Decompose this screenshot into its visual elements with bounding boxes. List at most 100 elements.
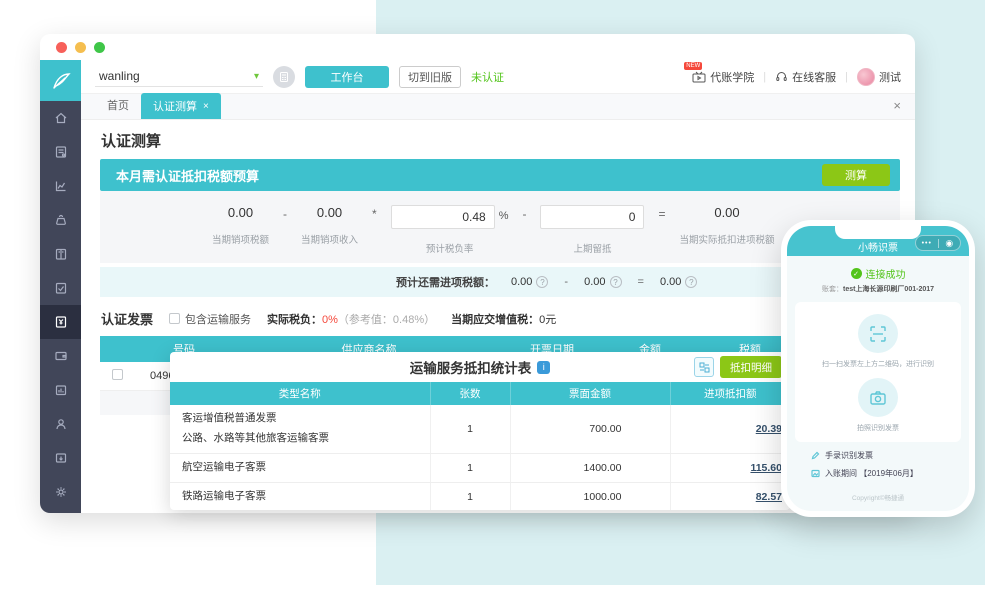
sidebar-item-wallet[interactable]: [40, 339, 81, 373]
connect-status: ✓ 连接成功: [787, 266, 969, 281]
equals-operator: =: [638, 276, 644, 288]
percent-unit: %: [495, 205, 509, 222]
tab-home[interactable]: 首页: [95, 97, 141, 119]
formula-panel: 0.00 当期销项税额 - 0.00 当期销项收入 * % 预计税: [100, 191, 900, 263]
face-amount: 1400.00: [510, 453, 670, 482]
panel-close-icon[interactable]: ×: [893, 98, 901, 113]
popup-title: 运输服务抵扣统计表: [410, 357, 532, 377]
sidebar-item-checkout[interactable]: [40, 271, 81, 305]
count: 1: [430, 482, 510, 510]
account-line: 账套：test上海长源印刷厂001-2017: [787, 284, 969, 294]
user-name: 测试: [879, 69, 901, 85]
col-face-amount: 票面金额: [510, 382, 670, 405]
col-count: 张数: [430, 382, 510, 405]
phone-screen: 小畅识票 ••• ◉ ✓ 连接成功 账套：test上海长源印刷厂001-2017…: [787, 226, 969, 511]
switch-old-version-button[interactable]: 切到旧版: [399, 66, 461, 88]
tab-cert-calculation[interactable]: 认证测算 ×: [141, 93, 221, 119]
window-titlebar: [40, 34, 915, 60]
col-type-name: 类型名称: [170, 382, 430, 405]
count: 1: [430, 453, 510, 482]
scan-card: 扫一扫发票左上方二维码，进行识别 拍照识别发票: [795, 302, 961, 442]
info-icon[interactable]: i: [537, 361, 550, 374]
sidebar-item-ledger[interactable]: [40, 237, 81, 271]
col-input-deduction: 进项抵扣额: [670, 382, 790, 405]
help-icon[interactable]: ?: [685, 276, 697, 288]
result-label: 当期实际抵扣进项税额: [680, 232, 775, 246]
sidebar-item-cashier[interactable]: [40, 441, 81, 475]
check-icon: ✓: [851, 268, 862, 279]
page-title: 认证测算: [101, 130, 915, 151]
sidebar-item-fixed-assets[interactable]: [40, 373, 81, 407]
sidebar-item-reports[interactable]: [40, 169, 81, 203]
type-name: 航空运输电子客票: [170, 453, 430, 482]
output-income-label: 当期销项收入: [301, 232, 358, 246]
actual-tax-label: 实际税负：: [267, 314, 322, 326]
deduction-detail-button[interactable]: 抵扣明细: [720, 356, 782, 378]
estimate-c: 0.00: [660, 276, 681, 288]
type-name-line1: 客运增值税普通发票: [182, 409, 430, 429]
deduction-table: 类型名称 张数 票面金额 进项抵扣额 客运增值税普通发票 公路、水路等其他旅客运…: [170, 382, 790, 510]
cert-status-link[interactable]: 未认证: [471, 69, 504, 85]
tax-rate-input[interactable]: [391, 205, 495, 229]
scan-qr-button[interactable]: [858, 314, 898, 353]
account-set-dropdown[interactable]: wanling ▾: [95, 66, 263, 87]
college-menu-item[interactable]: NEW 代账学院: [692, 69, 754, 85]
exit-circle-icon[interactable]: ◉: [939, 239, 961, 248]
posting-period-link[interactable]: 入账期间 【2019年06月】: [811, 468, 969, 479]
pencil-icon: [811, 451, 820, 460]
camera-caption: 拍照识别发票: [857, 423, 899, 433]
minimize-window-icon[interactable]: [75, 42, 86, 53]
tab-close-icon[interactable]: ×: [203, 101, 209, 112]
chevron-down-icon: ▾: [254, 71, 259, 82]
divider: |: [763, 71, 766, 83]
row-checkbox[interactable]: [112, 369, 123, 380]
close-window-icon[interactable]: [56, 42, 67, 53]
sidebar-item-salary[interactable]: [40, 407, 81, 441]
sidebar-item-funds[interactable]: [40, 203, 81, 237]
sidebar: [40, 60, 81, 513]
checkbox-icon[interactable]: [169, 313, 180, 324]
sidebar-item-voucher[interactable]: [40, 135, 81, 169]
table-row[interactable]: 航空运输电子客票 1 1400.00 115.60: [170, 453, 790, 482]
budget-banner: 本月需认证抵扣税额预算 测算: [100, 159, 900, 191]
sidebar-item-invoice[interactable]: [40, 305, 81, 339]
table-row[interactable]: 客运增值税普通发票 公路、水路等其他旅客运输客票 1 700.00 20.39: [170, 405, 790, 453]
video-college-icon: [692, 71, 706, 83]
face-amount: 700.00: [510, 405, 670, 453]
type-name-line2: 公路、水路等其他旅客运输客票: [182, 429, 430, 449]
output-tax-label: 当期销项税额: [212, 232, 269, 246]
calculate-button[interactable]: 测算: [822, 164, 890, 186]
help-icon[interactable]: ?: [610, 276, 622, 288]
type-name: 铁路运输电子客票: [170, 482, 430, 510]
calculator-icon[interactable]: [273, 66, 295, 88]
multiply-operator: *: [358, 205, 391, 263]
prev-credit-input[interactable]: [540, 205, 644, 229]
copyright-text: Copyright©畅捷通: [787, 492, 969, 502]
invoice-section-title: 认证发票: [101, 309, 153, 328]
vat-label: 当期应交增值税：: [451, 314, 539, 326]
result-value: 0.00: [680, 205, 775, 220]
minus-operator: -: [508, 205, 540, 263]
app-logo-feather-icon[interactable]: [40, 60, 81, 101]
manual-entry-label: 手录识别发票: [825, 450, 873, 461]
workspace-button[interactable]: 工作台: [305, 66, 389, 88]
minus-operator: -: [564, 276, 568, 288]
export-icon-button[interactable]: [694, 357, 714, 377]
sidebar-item-settings[interactable]: [40, 475, 81, 509]
miniapp-capsule: ••• ◉: [915, 235, 961, 251]
deduction-link[interactable]: 115.60: [750, 462, 782, 474]
table-row[interactable]: 铁路运输电子客票 1 1000.00 82.57: [170, 482, 790, 510]
user-menu[interactable]: 测试: [857, 68, 901, 86]
maximize-window-icon[interactable]: [94, 42, 105, 53]
prev-credit-label: 上期留抵: [540, 241, 644, 255]
include-transport-checkbox[interactable]: 包含运输服务: [169, 311, 251, 327]
sidebar-item-home[interactable]: [40, 101, 81, 135]
manual-entry-link[interactable]: 手录识别发票: [811, 450, 969, 461]
help-icon[interactable]: ?: [536, 276, 548, 288]
camera-button[interactable]: [858, 378, 898, 417]
deduction-link[interactable]: 20.39: [756, 423, 782, 435]
deduction-link[interactable]: 82.57: [756, 491, 782, 503]
online-support-menu-item[interactable]: 在线客服: [775, 69, 836, 85]
online-support-label: 在线客服: [792, 69, 836, 85]
more-icon[interactable]: •••: [916, 240, 938, 247]
